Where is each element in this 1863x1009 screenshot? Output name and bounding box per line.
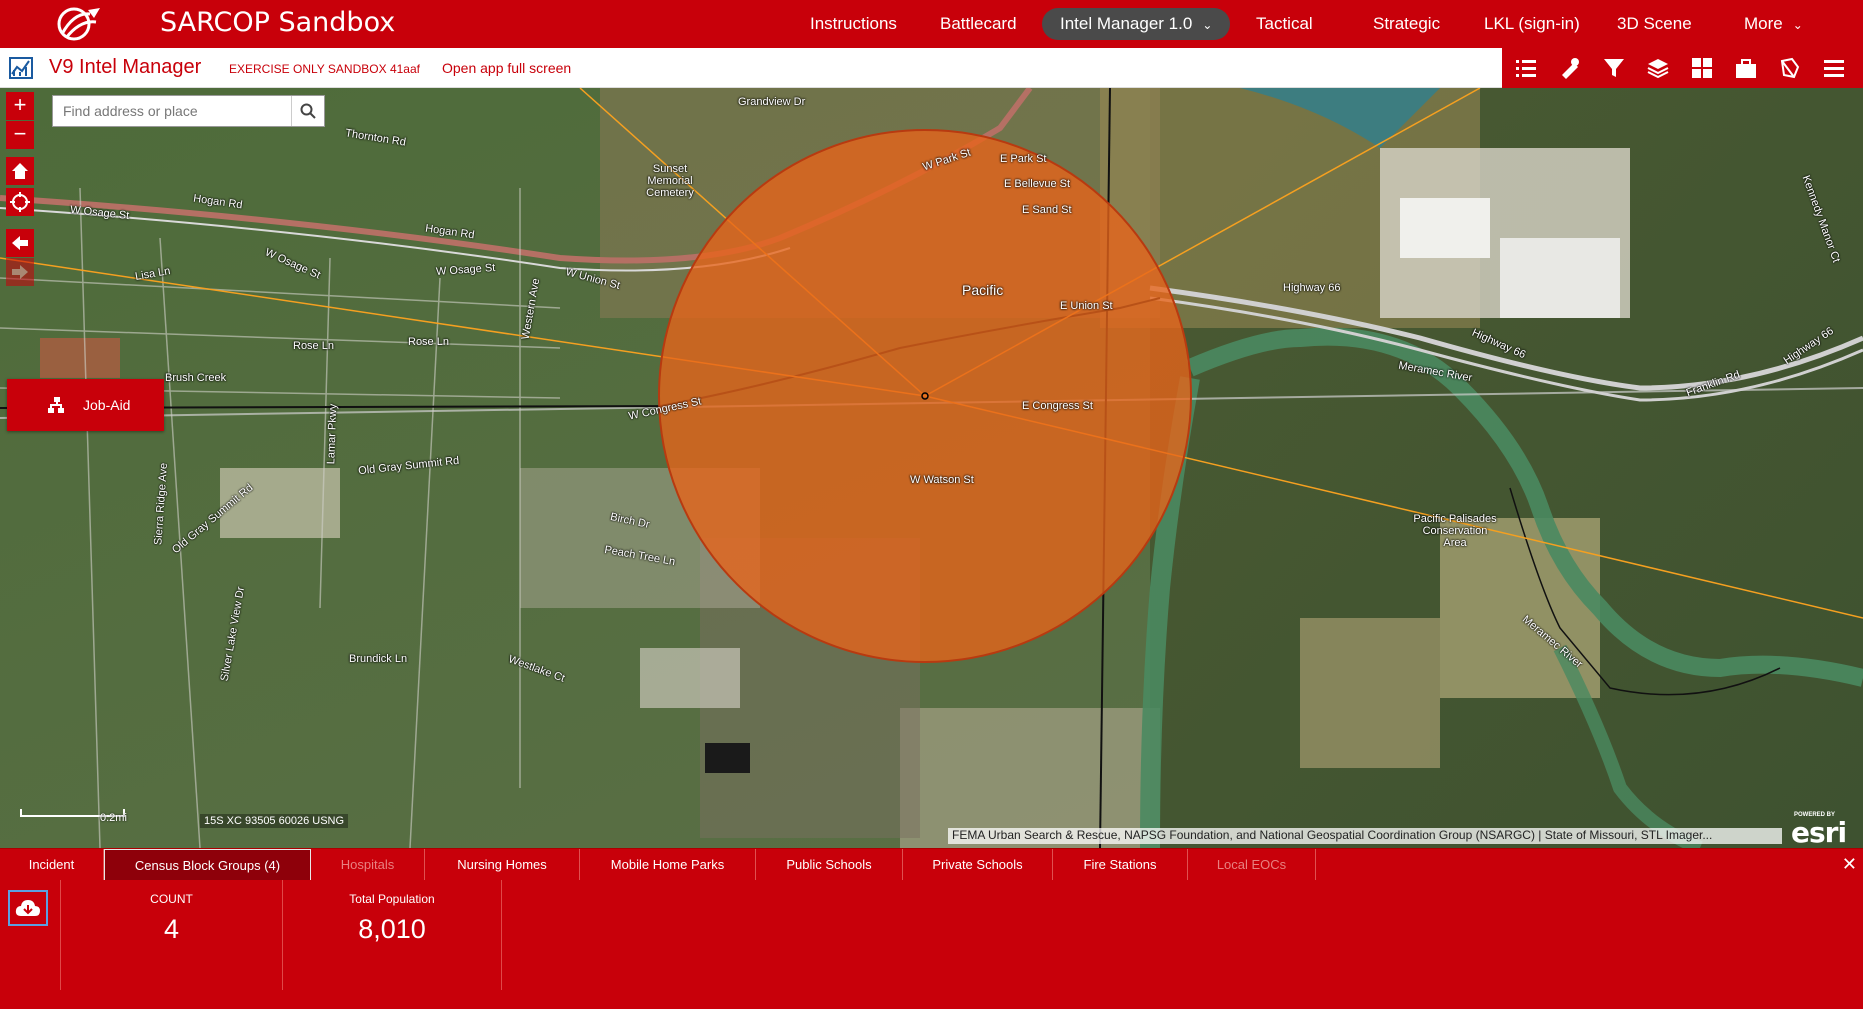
- widget-header: V9 Intel Manager EXERCISE ONLY SANDBOX 4…: [0, 48, 1502, 88]
- map-label: Rose Ln: [293, 340, 334, 352]
- map-label: E Congress St: [1022, 400, 1093, 412]
- export-button[interactable]: [8, 890, 48, 926]
- coordinate-readout: 15S XC 93505 60026 USNG: [200, 814, 349, 828]
- scale-label: 0.2mi: [100, 812, 127, 824]
- nav-lkl[interactable]: LKL (sign-in): [1484, 0, 1580, 48]
- esri-logo: esri: [1791, 816, 1847, 848]
- address-search: [52, 95, 325, 127]
- grid-button[interactable]: [1680, 48, 1724, 88]
- nav-battlecard[interactable]: Battlecard: [940, 0, 1017, 48]
- nav-instructions[interactable]: Instructions: [810, 0, 897, 48]
- tab-incident[interactable]: Incident: [0, 849, 104, 881]
- chevron-down-icon: ⌄: [1792, 18, 1803, 32]
- tab-census-block-groups[interactable]: Census Block Groups (4): [104, 849, 311, 881]
- nav-more[interactable]: More ⌄: [1744, 0, 1803, 48]
- tab-public-schools[interactable]: Public Schools: [756, 849, 903, 881]
- search-button[interactable]: [291, 96, 324, 126]
- nav-3d-scene[interactable]: 3D Scene: [1617, 0, 1692, 48]
- stat-label: COUNT: [150, 892, 193, 906]
- map-label: Brush Creek: [165, 372, 227, 384]
- map-label: W Watson St: [910, 474, 974, 486]
- grid-icon: [1692, 58, 1712, 78]
- top-header: SARCOP Sandbox Instructions Battlecard I…: [0, 0, 1863, 48]
- map-label: Pacific Palisades Conservation Area: [1413, 513, 1497, 549]
- map-toolbar: [1502, 48, 1863, 88]
- map-label: Highway 66: [1283, 282, 1341, 294]
- briefcase-button[interactable]: [1724, 48, 1768, 88]
- map-label: Rose Ln: [408, 336, 449, 348]
- map-label: E Bellevue St: [1004, 178, 1071, 190]
- search-icon: [300, 103, 316, 119]
- arrow-left-icon: [12, 236, 28, 250]
- app-root: SARCOP Sandbox Instructions Battlecard I…: [0, 0, 1863, 1009]
- locate-icon: [10, 192, 30, 212]
- zoom-in-button[interactable]: +: [6, 92, 34, 120]
- nav-intel-manager-label: Intel Manager 1.0: [1060, 14, 1193, 33]
- map-label: Brundick Ln: [349, 653, 408, 665]
- menu-button[interactable]: [1812, 48, 1856, 88]
- previous-extent-button[interactable]: [6, 229, 34, 257]
- close-icon[interactable]: ✕: [1842, 855, 1857, 873]
- tab-private-schools[interactable]: Private Schools: [903, 849, 1053, 881]
- stat-value: 4: [163, 914, 180, 944]
- layers-button[interactable]: [1636, 48, 1680, 88]
- sarcop-logo-icon: [57, 7, 100, 41]
- home-button[interactable]: [6, 157, 34, 185]
- tab-mobile-home-parks[interactable]: Mobile Home Parks: [580, 849, 756, 881]
- zoom-out-button[interactable]: −: [6, 121, 34, 149]
- arrow-right-icon: [12, 265, 28, 279]
- open-full-screen-link[interactable]: Open app full screen: [442, 60, 571, 76]
- home-icon: [12, 163, 28, 179]
- map-label: Pacific: [962, 282, 1004, 298]
- map-label: E Sand St: [1022, 204, 1072, 216]
- nav-intel-manager[interactable]: Intel Manager 1.0 ⌄: [1042, 8, 1231, 40]
- dashboard-chart-icon: [9, 57, 33, 79]
- chevron-down-icon: ⌄: [1202, 18, 1213, 32]
- draw-icon: [1780, 57, 1800, 79]
- filter-button[interactable]: [1592, 48, 1636, 88]
- tab-local-eocs[interactable]: Local EOCs: [1188, 849, 1316, 881]
- map-label: Grandview Dr: [738, 96, 806, 108]
- app-title: SARCOP Sandbox: [160, 7, 396, 38]
- cloud-download-icon: [15, 900, 40, 916]
- locate-button[interactable]: [6, 188, 34, 216]
- next-extent-button[interactable]: [6, 258, 34, 286]
- stats-panel: COUNT 4 Total Population 8,010: [0, 880, 1863, 1009]
- map-label: Lamar Pkwy: [325, 403, 340, 465]
- tab-fire-stations[interactable]: Fire Stations: [1053, 849, 1188, 881]
- map-view[interactable]: Thornton Rd Hogan Rd Hogan Rd W Osage St…: [0, 88, 1863, 848]
- map-attribution: FEMA Urban Search & Rescue, NAPSG Founda…: [948, 828, 1782, 844]
- list-icon: [1516, 60, 1536, 77]
- nav-more-label: More: [1744, 14, 1783, 33]
- draw-button[interactable]: [1768, 48, 1812, 88]
- map-label: E Union St: [1060, 300, 1113, 312]
- widget-title: V9 Intel Manager: [49, 56, 202, 78]
- stat-label: Total Population: [349, 892, 435, 906]
- menu-icon: [1824, 60, 1844, 77]
- job-aid-button[interactable]: Job-Aid: [7, 379, 164, 431]
- stat-count: COUNT 4: [60, 880, 282, 990]
- tab-hospitals[interactable]: Hospitals: [311, 849, 425, 881]
- satellite-imagery: [0, 88, 1863, 848]
- sandbox-label: EXERCISE ONLY SANDBOX 41aaf: [229, 62, 420, 76]
- nav-tactical[interactable]: Tactical: [1256, 0, 1313, 48]
- briefcase-icon: [1736, 59, 1756, 78]
- job-aid-label: Job-Aid: [83, 397, 131, 413]
- tab-nursing-homes[interactable]: Nursing Homes: [425, 849, 580, 881]
- list-button[interactable]: [1504, 48, 1548, 88]
- stat-total-population: Total Population 8,010: [282, 880, 502, 990]
- address-search-input[interactable]: [53, 96, 292, 126]
- filter-icon: [1604, 59, 1624, 77]
- stat-value: 8,010: [358, 914, 426, 944]
- nav-strategic[interactable]: Strategic: [1373, 0, 1440, 48]
- map-label: E Park St: [1000, 153, 1047, 165]
- layers-icon: [1647, 59, 1669, 79]
- layer-tabs: Incident Census Block Groups (4) Hospita…: [0, 848, 1863, 881]
- map-label: Sunset Memorial Cemetery: [646, 163, 694, 199]
- sitemap-icon: [48, 397, 64, 413]
- measure-icon: [1562, 58, 1579, 79]
- measure-button[interactable]: [1548, 48, 1592, 88]
